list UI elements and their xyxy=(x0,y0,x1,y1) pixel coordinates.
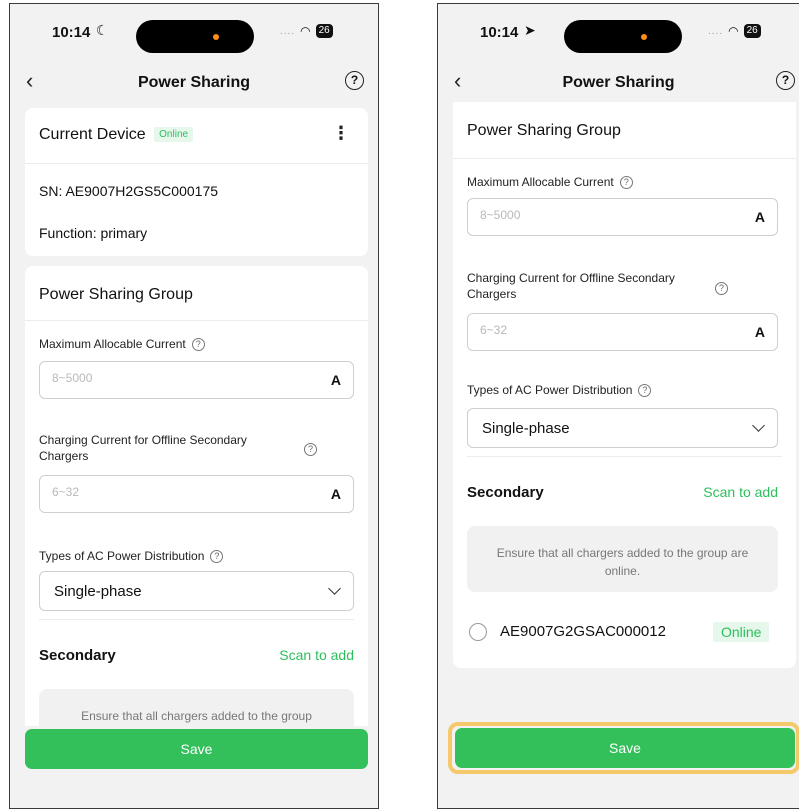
unit-label: A xyxy=(330,372,341,388)
divider xyxy=(453,158,796,159)
status-bar: 10:14 ➤ .... ◠ 26 xyxy=(438,4,799,56)
page-title: Power Sharing xyxy=(137,74,251,91)
power-sharing-group-card: Power Sharing Group Maximum Allocable Cu… xyxy=(453,102,796,668)
current-device-card: Current Device Online ⋮ SN: AE9007H2GS5C… xyxy=(25,108,368,256)
wifi-icon: ◠ xyxy=(300,24,311,38)
offline-label-line2: Chargers xyxy=(467,287,517,301)
divider xyxy=(39,619,354,620)
ac-type-label-text: Types of AC Power Distribution xyxy=(467,383,633,397)
nav-bar: ‹ Power Sharing ? xyxy=(438,66,799,102)
divider xyxy=(25,320,368,321)
phone-screen-right: 10:14 ➤ .... ◠ 26 ‹ Power Sharing ? Powe… xyxy=(437,3,799,809)
recording-dot-icon xyxy=(213,34,219,40)
group-title: Power Sharing Group xyxy=(39,286,193,303)
status-indicators: .... ◠ 26 xyxy=(280,24,333,38)
unit-label: A xyxy=(754,324,765,340)
offline-current-label: Charging Current for Offline Secondary C… xyxy=(467,270,717,302)
page-title: Power Sharing xyxy=(562,74,675,91)
save-button[interactable]: Save xyxy=(25,729,368,769)
help-icon[interactable]: ? xyxy=(638,384,652,398)
online-notice: Ensure that all chargers added to the gr… xyxy=(467,526,778,592)
current-device-title: Current Device xyxy=(39,126,146,143)
offline-current-input-box[interactable]: A xyxy=(39,475,354,513)
ac-type-label: Types of AC Power Distribution? xyxy=(39,548,224,564)
max-current-input[interactable] xyxy=(52,371,252,385)
offline-current-label: Charging Current for Offline Secondary C… xyxy=(39,432,319,464)
device-select-radio[interactable] xyxy=(469,623,487,641)
device-sn: SN: AE9007H2GS5C000175 xyxy=(39,183,219,199)
status-time: 10:14 xyxy=(52,24,91,41)
ac-type-select[interactable]: Single-phase xyxy=(467,408,778,448)
status-badge: Online xyxy=(713,622,770,642)
online-notice: Ensure that all chargers added to the gr… xyxy=(39,689,354,726)
save-button[interactable]: Save xyxy=(455,728,795,768)
scan-to-add-link[interactable]: Scan to add xyxy=(279,647,354,663)
scan-to-add-link[interactable]: Scan to add xyxy=(703,484,778,500)
ac-type-value: Single-phase xyxy=(482,420,570,437)
offline-current-input[interactable] xyxy=(52,485,252,499)
help-icon[interactable]: ? xyxy=(619,176,633,190)
secondary-title: Secondary xyxy=(39,647,116,664)
group-title: Power Sharing Group xyxy=(467,122,621,139)
signal-icon: .... xyxy=(708,25,724,37)
help-icon[interactable]: ? xyxy=(210,550,224,564)
max-current-input[interactable] xyxy=(480,208,680,222)
location-arrow-icon: ➤ xyxy=(524,22,536,38)
status-bar: 10:14 ☾ .... ◠ 26 xyxy=(10,4,378,56)
more-icon[interactable]: ⋮ xyxy=(332,124,350,142)
dynamic-island xyxy=(564,20,682,53)
ac-type-label-text: Types of AC Power Distribution xyxy=(39,549,205,563)
unit-label: A xyxy=(754,209,765,225)
status-badge: Online xyxy=(154,127,194,143)
help-icon[interactable]: ? xyxy=(715,282,728,295)
current-device-header: Current Device Online xyxy=(39,126,194,144)
max-current-label-text: Maximum Allocable Current xyxy=(39,337,186,351)
max-current-label: Maximum Allocable Current? xyxy=(39,336,205,352)
device-function: Function: primary xyxy=(39,225,148,241)
ac-type-value: Single-phase xyxy=(54,583,142,600)
max-current-label: Maximum Allocable Current? xyxy=(467,174,633,190)
unit-label: A xyxy=(330,486,341,502)
status-indicators: .... ◠ 26 xyxy=(708,24,761,38)
moon-icon: ☾ xyxy=(96,22,109,38)
secondary-title: Secondary xyxy=(467,484,544,501)
help-icon[interactable]: ? xyxy=(304,443,317,456)
battery-icon: 26 xyxy=(315,24,333,38)
battery-icon: 26 xyxy=(743,24,761,38)
nav-bar: ‹ Power Sharing ? xyxy=(10,66,378,102)
max-current-input-box[interactable]: A xyxy=(39,361,354,399)
phone-screen-left: 10:14 ☾ .... ◠ 26 ‹ Power Sharing ? Curr… xyxy=(9,3,379,809)
offline-label-line1: Charging Current for Offline Secondary xyxy=(39,433,247,447)
secondary-device-sn: AE9007G2GSAC000012 xyxy=(500,623,666,640)
chevron-down-icon xyxy=(328,582,341,595)
dynamic-island xyxy=(136,20,254,53)
offline-label-line1: Charging Current for Offline Secondary xyxy=(467,271,675,285)
offline-label-line2: Chargers xyxy=(39,449,89,463)
max-current-label-text: Maximum Allocable Current xyxy=(467,175,614,189)
recording-dot-icon xyxy=(641,34,647,40)
ac-type-select[interactable]: Single-phase xyxy=(39,571,354,611)
divider xyxy=(467,456,782,457)
chevron-down-icon xyxy=(752,419,765,432)
ac-type-label: Types of AC Power Distribution? xyxy=(467,382,652,398)
divider xyxy=(25,163,368,164)
status-time: 10:14 xyxy=(480,24,519,41)
help-icon[interactable]: ? xyxy=(776,71,795,90)
help-icon[interactable]: ? xyxy=(191,338,205,352)
signal-icon: .... xyxy=(280,25,296,37)
power-sharing-group-card: Power Sharing Group Maximum Allocable Cu… xyxy=(25,266,368,726)
max-current-input-box[interactable]: A xyxy=(467,198,778,236)
wifi-icon: ◠ xyxy=(728,24,739,38)
help-icon[interactable]: ? xyxy=(345,71,364,90)
offline-current-input[interactable] xyxy=(480,323,680,337)
offline-current-input-box[interactable]: A xyxy=(467,313,778,351)
